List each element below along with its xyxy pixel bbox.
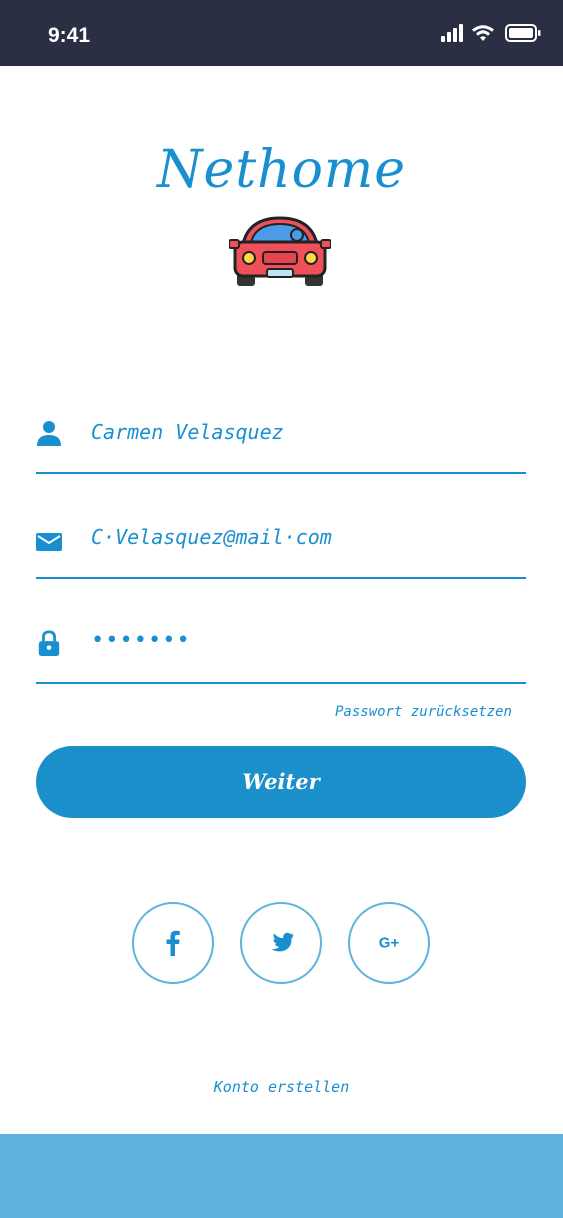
facebook-button[interactable]: f: [132, 902, 214, 984]
name-field[interactable]: Carmen Velasquez: [36, 402, 526, 474]
password-input-value[interactable]: •••••••: [91, 628, 191, 653]
twitter-icon: [271, 932, 294, 952]
status-bar: 9:41: [0, 0, 563, 66]
email-field[interactable]: C·Velasquez@mail·com: [36, 507, 526, 579]
email-input-value[interactable]: C·Velasquez@mail·com: [91, 525, 332, 549]
password-field[interactable]: •••••••: [36, 612, 526, 684]
create-account-link[interactable]: Konto erstellen: [0, 1078, 563, 1096]
user-icon: [37, 421, 61, 446]
name-input-value[interactable]: Carmen Velasquez: [91, 420, 284, 444]
lock-icon: [38, 630, 60, 656]
twitter-button[interactable]: twitter: [240, 902, 322, 984]
reset-password-link[interactable]: Passwort zurücksetzen: [335, 704, 512, 720]
brand-logo-text: Nethome: [156, 140, 407, 200]
status-time: 9:41: [48, 24, 91, 47]
facebook-icon: [166, 930, 180, 956]
wifi-icon: [472, 25, 494, 41]
continue-button[interactable]: Weiter: [36, 746, 526, 818]
envelope-icon: [36, 533, 62, 551]
car-logo-icon: [229, 216, 331, 286]
google-plus-icon: G+: [378, 934, 400, 952]
bottom-band: [0, 1134, 563, 1218]
battery-icon: [505, 24, 541, 42]
google-plus-button[interactable]: G+: [348, 902, 430, 984]
cellular-signal-icon: [441, 24, 463, 42]
